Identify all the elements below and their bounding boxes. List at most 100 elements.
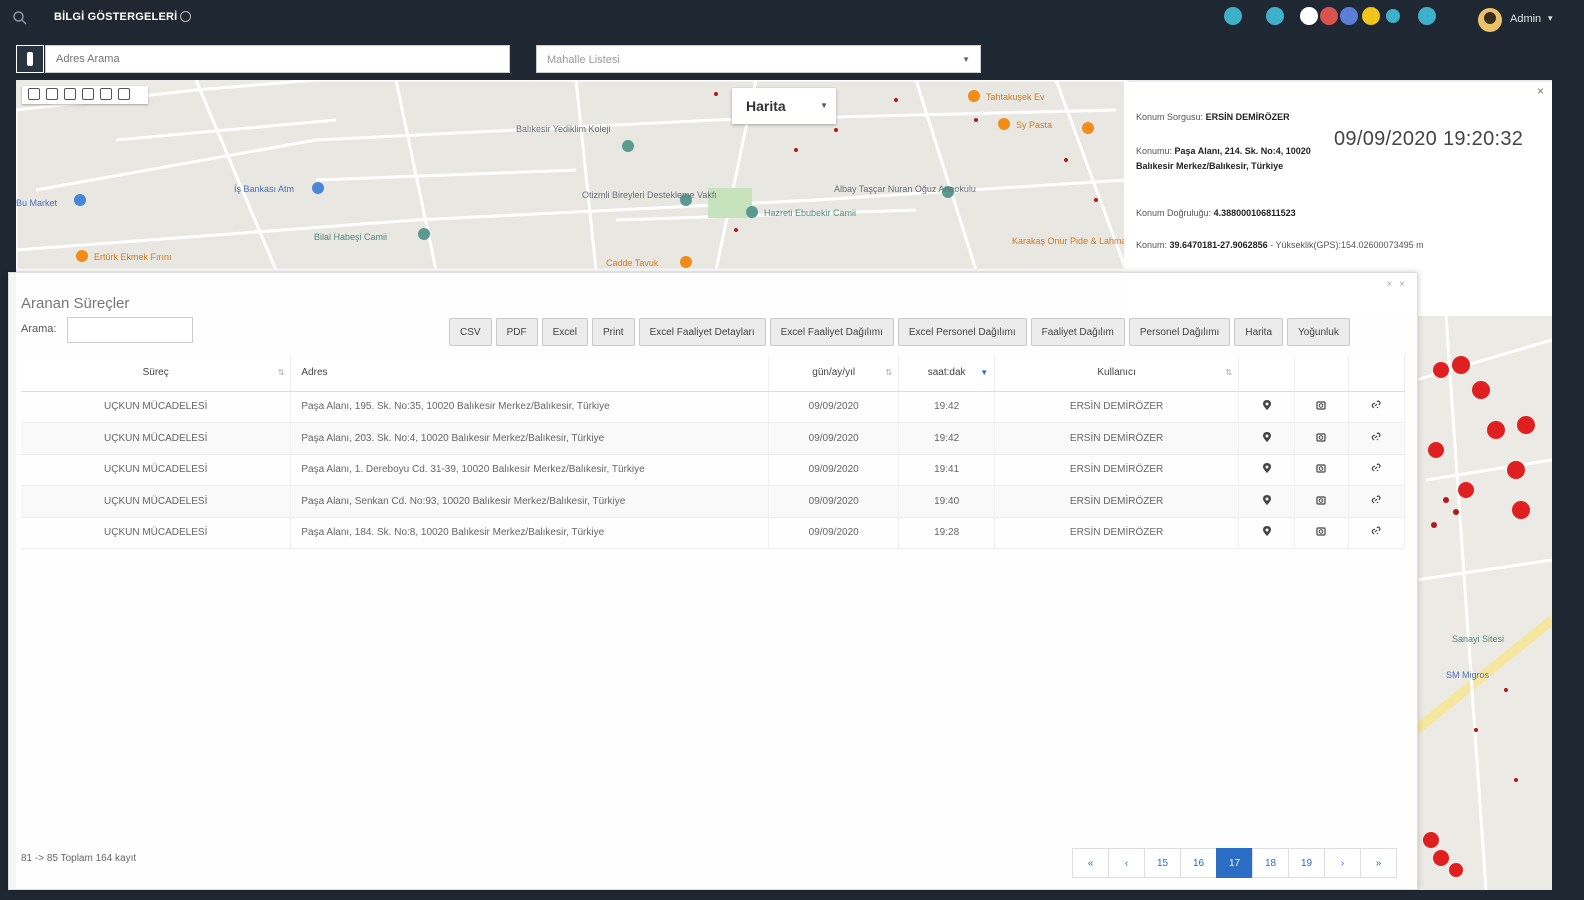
map-pin-action-cell[interactable] xyxy=(1238,422,1295,455)
link-icon[interactable] xyxy=(1371,400,1382,413)
page-button[interactable]: › xyxy=(1324,848,1361,878)
excel-button[interactable]: Excel xyxy=(541,318,589,346)
link-icon[interactable] xyxy=(1371,526,1382,539)
density-button[interactable]: Yoğunluk xyxy=(1287,318,1350,346)
user-cell: ERSİN DEMİRÖZER xyxy=(994,422,1240,455)
chat-icon[interactable] xyxy=(1224,7,1242,25)
location-pin-button[interactable] xyxy=(16,45,44,73)
search-results-dialog: × × Aranan Süreçler Arama: CSV PDF Excel… xyxy=(8,272,1418,890)
search-icon[interactable] xyxy=(12,10,28,26)
table-row[interactable]: UÇKUN MÜCADELESİ Paşa Alanı, 184. Sk. No:… xyxy=(21,517,1406,549)
excel-personnel-distribution-button[interactable]: Excel Personel Dağılımı xyxy=(897,318,1027,346)
activity-distribution-button[interactable]: Faaliyet Dağılım xyxy=(1030,318,1125,346)
table-row[interactable]: UÇKUN MÜCADELESİ Paşa Alanı, 203. Sk. No:… xyxy=(21,422,1406,455)
page-button[interactable]: 19 xyxy=(1288,848,1325,878)
personnel-distribution-button[interactable]: Personel Dağılımı xyxy=(1128,318,1231,346)
address-cell: Paşa Alanı, 184. Sk. No:8, 10020 Balıkes… xyxy=(290,517,770,549)
table-info: 81 -> 85 Toplam 164 kayıt xyxy=(21,853,137,864)
map-pin-icon[interactable] xyxy=(1262,463,1272,476)
page-button[interactable]: 17 xyxy=(1216,848,1253,878)
camera-action-cell[interactable] xyxy=(1294,517,1349,549)
column-header-saat[interactable]: saat:dak ▼ xyxy=(898,355,996,392)
link-action-cell[interactable] xyxy=(1348,422,1406,455)
column-header-tarih[interactable]: gün/ay/yıl ⇅ xyxy=(768,355,900,392)
map-pin-action-cell[interactable] xyxy=(1238,454,1295,486)
neighborhood-select[interactable]: Mahalle Listesi ▼ xyxy=(536,45,981,73)
polygon-icon[interactable] xyxy=(118,88,130,100)
column-header-surec[interactable]: Süreç ⇅ xyxy=(21,355,292,392)
csv-button[interactable]: CSV xyxy=(449,318,492,346)
excel-activity-distribution-button[interactable]: Excel Faaliyet Dağılımı xyxy=(769,318,894,346)
date-cell: 09/09/2020 xyxy=(768,391,900,423)
map-pin-action-cell[interactable] xyxy=(1238,391,1295,423)
link-icon[interactable] xyxy=(1371,463,1382,476)
link-action-cell[interactable] xyxy=(1348,485,1406,518)
chevron-down-icon[interactable]: ▾ xyxy=(1548,13,1553,24)
camera-icon[interactable] xyxy=(1316,527,1327,539)
hand-icon[interactable] xyxy=(28,88,40,100)
table-row[interactable]: UÇKUN MÜCADELESİ Paşa Alanı, 1. Dereboyu … xyxy=(21,454,1406,486)
link-icon[interactable] xyxy=(1371,432,1382,445)
page-button[interactable]: 18 xyxy=(1252,848,1289,878)
avatar[interactable] xyxy=(1478,8,1502,32)
column-header-kullanici[interactable]: Kullanıcı ⇅ xyxy=(994,355,1240,392)
table-search-input[interactable] xyxy=(67,317,193,343)
print-button[interactable]: Print xyxy=(592,318,635,346)
map-pin-icon[interactable] xyxy=(1262,494,1272,508)
map-type-select[interactable]: Harita ▼ xyxy=(732,88,836,124)
table-row[interactable]: UÇKUN MÜCADELESİ Paşa Alanı, 195. Sk. No:… xyxy=(21,391,1406,423)
alert-icon[interactable] xyxy=(1362,7,1380,25)
user-cell: ERSİN DEMİRÖZER xyxy=(994,485,1240,518)
link-action-cell[interactable] xyxy=(1348,517,1406,549)
sort-desc-icon: ▼ xyxy=(980,368,989,377)
page-button[interactable]: » xyxy=(1360,848,1397,878)
column-label: saat:dak xyxy=(927,367,966,379)
link-icon[interactable] xyxy=(1371,495,1382,508)
user-cell: ERSİN DEMİRÖZER xyxy=(994,454,1240,486)
chat-icon[interactable] xyxy=(1266,7,1284,25)
time-cell: 19:28 xyxy=(898,517,996,549)
camera-icon[interactable] xyxy=(1316,496,1327,508)
close-icon[interactable]: × × xyxy=(1387,279,1407,290)
message-icon[interactable] xyxy=(1300,7,1318,25)
polyline-icon[interactable] xyxy=(64,88,76,100)
search-user-icon[interactable] xyxy=(1418,7,1436,25)
table-row[interactable]: UÇKUN MÜCADELESİ Paşa Alanı, Senkan Cd. N… xyxy=(21,485,1406,518)
notification-icon[interactable] xyxy=(1320,7,1338,25)
info-icon[interactable] xyxy=(1386,9,1400,23)
mail-icon[interactable] xyxy=(1340,7,1358,25)
camera-icon[interactable] xyxy=(1316,464,1327,476)
excel-activity-details-button[interactable]: Excel Faaliyet Detayları xyxy=(638,318,766,346)
map-pin-icon[interactable] xyxy=(1262,526,1272,539)
map-pin-action-cell[interactable] xyxy=(1238,517,1295,549)
column-label: gün/ay/yıl xyxy=(812,367,856,379)
link-action-cell[interactable] xyxy=(1348,454,1406,486)
column-header-empty xyxy=(1238,355,1295,392)
marker-icon[interactable] xyxy=(46,88,58,100)
map-pin-icon[interactable] xyxy=(1262,431,1272,445)
address-search-input[interactable] xyxy=(45,45,510,73)
camera-action-cell[interactable] xyxy=(1294,485,1349,518)
column-header-adres[interactable]: Adres xyxy=(290,355,770,392)
user-name[interactable]: Admin xyxy=(1510,13,1541,25)
camera-action-cell[interactable] xyxy=(1294,391,1349,423)
close-icon[interactable]: × xyxy=(1537,84,1544,98)
page-button[interactable]: ‹ xyxy=(1108,848,1145,878)
info-icon[interactable] xyxy=(180,11,191,22)
page-button[interactable]: « xyxy=(1072,848,1109,878)
camera-action-cell[interactable] xyxy=(1294,422,1349,455)
link-action-cell[interactable] xyxy=(1348,391,1406,423)
user-cell: ERSİN DEMİRÖZER xyxy=(994,391,1240,423)
page-button[interactable]: 15 xyxy=(1144,848,1181,878)
camera-icon[interactable] xyxy=(1316,401,1327,413)
circle-icon[interactable] xyxy=(100,88,112,100)
pdf-button[interactable]: PDF xyxy=(495,318,538,346)
process-cell: UÇKUN MÜCADELESİ xyxy=(21,454,292,486)
rectangle-icon[interactable] xyxy=(82,88,94,100)
camera-action-cell[interactable] xyxy=(1294,454,1349,486)
map-pin-action-cell[interactable] xyxy=(1238,485,1295,518)
page-button[interactable]: 16 xyxy=(1180,848,1217,878)
camera-icon[interactable] xyxy=(1316,433,1327,445)
map-pin-icon[interactable] xyxy=(1262,400,1272,413)
map-button[interactable]: Harita xyxy=(1234,318,1284,346)
